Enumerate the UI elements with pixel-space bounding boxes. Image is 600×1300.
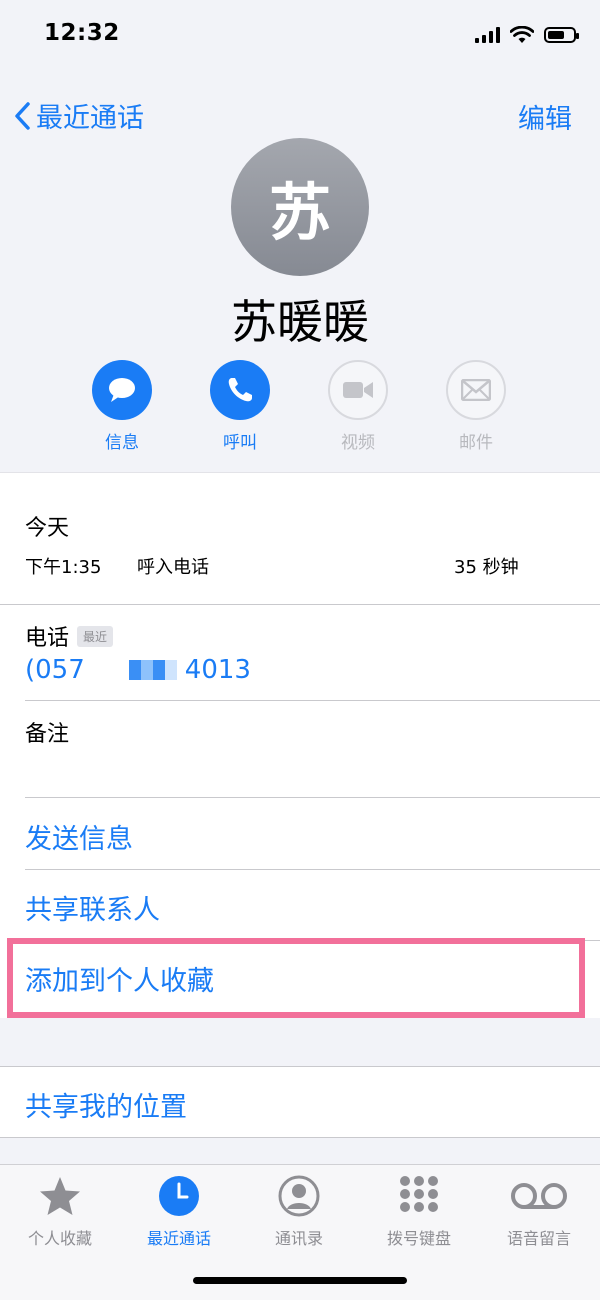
video-action-button[interactable]: 视频 <box>318 360 398 453</box>
link-divider <box>25 869 600 870</box>
status-icons <box>475 26 579 44</box>
contact-name: 苏暖暖 <box>231 295 369 349</box>
battery-icon <box>544 27 579 43</box>
tab-label: 最近通话 <box>146 1229 211 1248</box>
send-message-link[interactable]: 发送信息 <box>25 817 133 856</box>
home-indicator <box>193 1277 407 1284</box>
status-time: 12:32 <box>44 20 120 46</box>
share-contact-link[interactable]: 共享联系人 <box>25 888 160 927</box>
tab-favorites[interactable]: 个人收藏 <box>5 1175 115 1249</box>
phone-number-prefix: (057 <box>25 655 85 685</box>
section-gap <box>0 1018 600 1066</box>
keypad-icon <box>400 1176 438 1212</box>
tab-recents[interactable]: 最近通话 <box>124 1175 234 1249</box>
mail-envelope-icon <box>461 379 491 401</box>
recent-call-duration: 35 秒钟 <box>454 557 519 578</box>
phone-icon <box>228 378 252 402</box>
chevron-left-icon <box>15 101 30 130</box>
recent-call-time: 下午1:35 <box>25 557 102 578</box>
phone-label-text: 电话 <box>25 626 70 651</box>
recent-call-type: 呼入电话 <box>137 557 209 578</box>
video-action-label: 视频 <box>341 433 375 453</box>
mail-action-button[interactable]: 邮件 <box>436 360 516 453</box>
section-divider <box>0 472 600 473</box>
tab-contacts[interactable]: 通讯录 <box>244 1175 354 1249</box>
message-bubble-icon <box>109 378 135 402</box>
star-icon <box>40 1177 80 1215</box>
edit-button[interactable]: 编辑 <box>518 97 572 136</box>
recent-call-divider <box>0 604 600 605</box>
recent-badge: 最近 <box>77 625 114 647</box>
voicemail-icon <box>511 1183 567 1209</box>
tab-label: 拨号键盘 <box>386 1229 451 1248</box>
message-action-label: 信息 <box>105 433 139 453</box>
video-camera-icon <box>343 382 373 398</box>
back-button[interactable]: 最近通话 <box>14 96 144 135</box>
message-action-button[interactable]: 信息 <box>82 360 162 453</box>
section-gap <box>0 1138 600 1164</box>
tab-voicemail[interactable]: 语音留言 <box>484 1175 594 1249</box>
avatar: 苏 <box>231 138 369 276</box>
person-circle-icon <box>278 1175 320 1217</box>
call-action-label: 呼叫 <box>223 433 257 453</box>
section-divider <box>0 1066 600 1067</box>
phone-divider <box>25 700 600 701</box>
recent-call-day: 今天 <box>25 516 70 541</box>
phone-number-suffix: 4013 <box>184 655 251 685</box>
back-button-label: 最近通话 <box>36 103 144 134</box>
tab-label: 语音留言 <box>506 1229 571 1248</box>
cellular-signal-icon <box>475 27 500 43</box>
tab-keypad[interactable]: 拨号键盘 <box>364 1175 474 1249</box>
tab-label: 个人收藏 <box>27 1229 92 1248</box>
tab-label: 通讯录 <box>274 1229 323 1248</box>
mail-action-label: 邮件 <box>459 433 493 453</box>
wifi-icon <box>510 26 534 43</box>
share-location-link[interactable]: 共享我的位置 <box>25 1085 187 1124</box>
highlight-frame <box>7 938 585 1018</box>
phone-number-link[interactable]: (057 4013 <box>25 655 251 685</box>
notes-divider <box>25 797 600 798</box>
call-action-button[interactable]: 呼叫 <box>200 360 280 453</box>
notes-field[interactable]: 备注 <box>25 716 69 748</box>
phone-field-label: 电话 最近 <box>25 620 114 652</box>
clock-icon <box>159 1176 199 1216</box>
redacted-digits <box>128 660 177 680</box>
